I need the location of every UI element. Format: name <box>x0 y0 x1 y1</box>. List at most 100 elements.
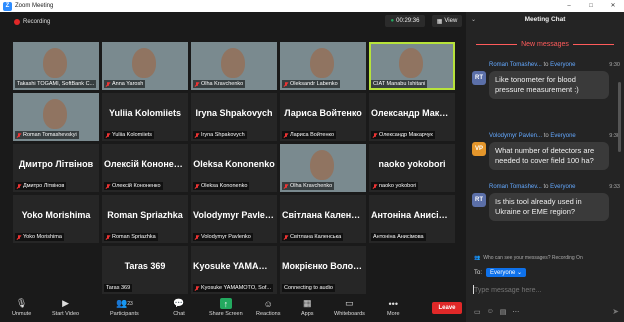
participant-name: Oleksa Kononenko <box>201 183 248 189</box>
participant-name: Олексій Кононенко <box>112 183 161 189</box>
leave-button[interactable]: Leave <box>432 302 462 314</box>
gallery-view: Recording ● 00:29:36 ▦ View Takashi TOGA… <box>0 12 466 322</box>
participant-tile[interactable]: Лариса Войтенко Лариса Войтенко <box>280 93 366 141</box>
send-icon[interactable]: ➤ <box>612 307 619 316</box>
start-video-button[interactable]: ▶ Start Video <box>52 298 79 317</box>
participant-tile[interactable]: Мокрієнко Володимир Connecting to audio <box>280 246 366 294</box>
sender-name[interactable]: Volodymyr Pavlen... <box>489 133 542 139</box>
participant-name-label: Olha Kravchenko <box>193 80 246 88</box>
to-word: to <box>543 184 549 190</box>
participant-display-name: Олександр Макарчук <box>371 108 455 118</box>
whiteboard-icon: ▭ <box>345 298 354 308</box>
message-header: Roman Tomashev... to Everyone <box>489 62 576 68</box>
reactions-button[interactable]: ☺ Reactions <box>256 298 281 318</box>
minimize-button[interactable]: – <box>558 0 580 12</box>
more-button[interactable]: ••• More <box>387 298 400 318</box>
participant-video <box>399 48 423 78</box>
privacy-note[interactable]: 👥 Who can see your messages? Recording O… <box>474 255 583 261</box>
participant-tile[interactable]: Yuliia Kolomiiets Yuliia Kolomiiets <box>102 93 188 141</box>
sender-name[interactable]: Roman Tomashev... <box>489 62 542 68</box>
chat-scrollbar[interactable] <box>618 82 621 152</box>
more-label: More <box>387 311 400 317</box>
unmute-button[interactable]: 🎙 Unmute <box>12 298 31 317</box>
title-bar: Z Zoom Meeting – □ ✕ <box>0 0 624 12</box>
whiteboards-button[interactable]: ▭ Whiteboards <box>334 298 365 317</box>
reactions-icon: ☺ <box>263 298 273 309</box>
participant-tile[interactable]: Iryna Shpakovych Iryna Shpakovych <box>191 93 277 141</box>
chat-format-buttons: ▭ ☺ ▤ ⋯ <box>474 308 519 316</box>
participants-button[interactable]: 👥 23 Participants <box>110 298 139 317</box>
microphone-muted-icon <box>17 183 21 189</box>
microphone-muted-icon <box>373 132 377 138</box>
reactions-label: Reactions <box>256 311 281 317</box>
participant-tile[interactable]: Kyosuke YAMAMOTO Kyosuke YAMAMOTO, Sof... <box>191 246 277 294</box>
participant-display-name: Roman Spriazhka <box>107 210 183 220</box>
participant-tile[interactable]: naoko yokobori naoko yokobori <box>369 144 455 192</box>
participant-name: Світлана Каленська <box>290 234 342 240</box>
participant-name-label: Oleksandr Labenko <box>282 80 340 88</box>
participant-name-label: Taras 369 <box>104 284 133 292</box>
chat-button[interactable]: 💬 Chat <box>173 298 185 317</box>
format-icon[interactable]: ▭ <box>474 308 481 316</box>
maximize-button[interactable]: □ <box>580 0 602 12</box>
participant-name-label: Олександр Макарчук <box>371 131 435 139</box>
participants-icon: 👥 23 <box>115 298 133 308</box>
participant-name: CIAT Manabu Ishitani <box>373 81 426 87</box>
view-button[interactable]: ▦ View <box>432 15 462 27</box>
timer-value: 00:29:36 <box>396 18 420 24</box>
participant-name: Yoko Morishima <box>23 234 62 240</box>
file-icon[interactable]: ▤ <box>500 308 507 316</box>
more-icon: ••• <box>388 298 398 309</box>
meeting-timer: ● 00:29:36 <box>385 15 425 27</box>
participant-tile[interactable]: Дмитро Літвінов Дмитро Літвінов <box>13 144 99 192</box>
microphone-muted-icon <box>17 132 21 138</box>
participant-name: Лариса Войтенко <box>290 132 335 138</box>
share-screen-button[interactable]: ↑ Share Screen <box>209 298 243 317</box>
message-bubble: Is this tool already used in Ukraine or … <box>489 193 609 221</box>
participant-tile[interactable]: CIAT Manabu Ishitani <box>369 42 455 90</box>
participant-tile[interactable]: Roman Tomashevskyi <box>13 93 99 141</box>
window-controls: – □ ✕ <box>558 0 624 12</box>
microphone-muted-icon <box>373 183 377 189</box>
window-title: Zoom Meeting <box>15 3 54 9</box>
participant-tile[interactable]: Takashi TOGAMI, SoftBank C... <box>13 42 99 90</box>
chat-icon: 💬 <box>173 298 185 308</box>
screenshot-icon[interactable]: ⋯ <box>512 308 519 316</box>
grid-icon: ▦ <box>436 18 443 25</box>
participant-tile[interactable]: Anna Yarosh <box>102 42 188 90</box>
message-header: Volodymyr Pavlen... to Everyone <box>489 133 576 139</box>
participant-tile[interactable]: Oleksandr Labenko <box>280 42 366 90</box>
recording-label: Recording <box>23 19 51 25</box>
participant-tile[interactable]: Антоніна Анисімова Антоніна Анисімова <box>369 195 455 243</box>
participant-name-label: Iryna Shpakovych <box>193 131 247 139</box>
message-input[interactable] <box>471 283 619 297</box>
avatar: VP <box>472 142 486 156</box>
participant-tile[interactable]: Yoko Morishima Yoko Morishima <box>13 195 99 243</box>
apps-button[interactable]: ▦ Apps <box>301 298 314 317</box>
participant-tile[interactable]: Roman Spriazhka Roman Spriazhka <box>102 195 188 243</box>
participant-tile[interactable]: Світлана Каленська Світлана Каленська <box>280 195 366 243</box>
close-button[interactable]: ✕ <box>602 0 624 12</box>
microphone-muted-icon <box>195 132 199 138</box>
to-word: to <box>543 133 549 139</box>
participant-tile[interactable]: Олександр Макарчук Олександр Макарчук <box>369 93 455 141</box>
recipient-select[interactable]: Everyone ⌄ <box>486 268 527 277</box>
participant-tile[interactable]: Olha Kravchenko <box>191 42 277 90</box>
participant-tile[interactable]: Олексій Кононенко Олексій Кононенко <box>102 144 188 192</box>
participant-name: Дмитро Літвінов <box>23 183 65 189</box>
privacy-note-text: Who can see your messages? Recording On <box>483 255 583 261</box>
sender-name[interactable]: Roman Tomashev... <box>489 184 542 190</box>
participant-name-label: Roman Tomashevskyi <box>15 131 79 139</box>
participant-tile[interactable]: Olha Kravchenko <box>280 144 366 192</box>
recording-indicator[interactable]: Recording <box>14 16 50 28</box>
microphone-muted-icon <box>195 285 199 291</box>
participant-name: Taras 369 <box>106 285 131 291</box>
emoji-icon[interactable]: ☺ <box>487 308 494 316</box>
participant-tile[interactable]: Taras 369 Taras 369 <box>102 246 188 294</box>
participant-name-label: Volodymyr Pavlenko <box>193 233 253 241</box>
participant-tile[interactable]: Oleksa Kononenko Oleksa Kononenko <box>191 144 277 192</box>
participant-name-label: CIAT Manabu Ishitani <box>371 80 428 88</box>
participant-name-label: Olha Kravchenko <box>282 182 335 190</box>
participant-video <box>221 48 245 78</box>
participant-tile[interactable]: Volodymyr Pavlenko Volodymyr Pavlenko <box>191 195 277 243</box>
